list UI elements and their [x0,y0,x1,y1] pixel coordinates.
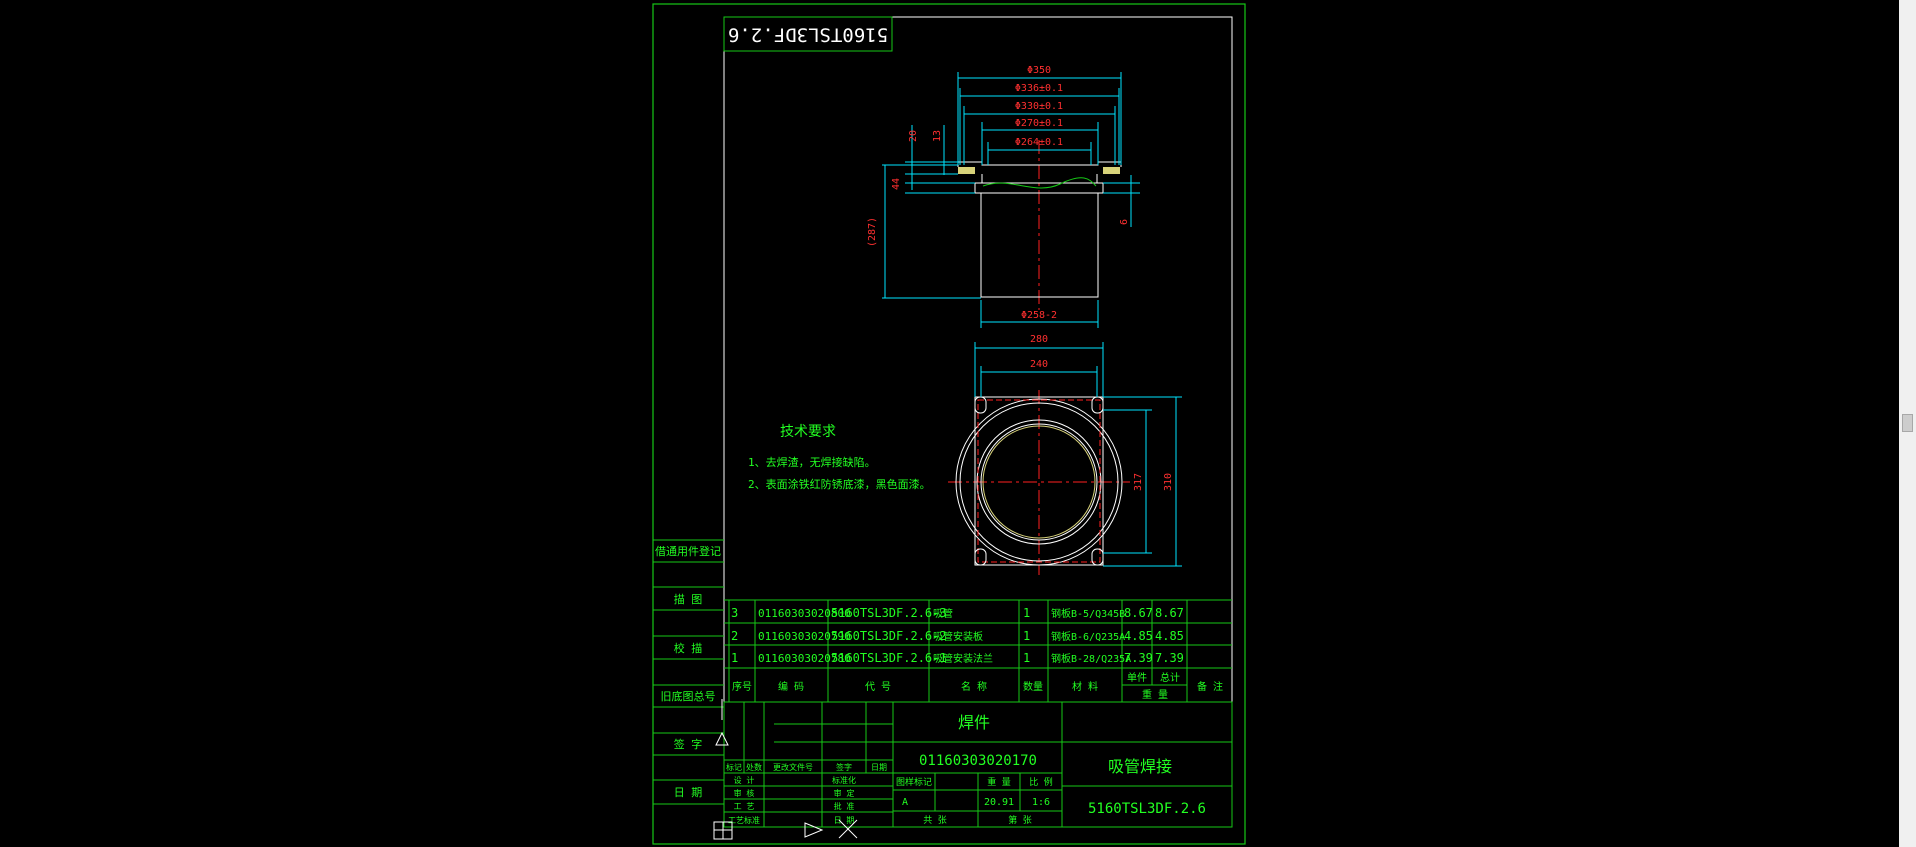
scrollbar-thumb[interactable] [1902,414,1913,432]
approval-design: 设 计 [734,775,755,785]
title-stage: A [902,797,908,808]
technical-requirements: 技术要求 1、去焊渣，无焊接缺陷。 2、表面涂铁红防锈底漆，黑色面漆。 [748,424,931,491]
bom-h-name: 名 称 [961,680,987,693]
dim-d350: Φ350 [1027,65,1051,76]
bom-cell-total: 7.39 [1155,651,1184,665]
rev-sign: 签字 [836,762,852,772]
dim-w280: 280 [1030,334,1048,345]
approval-process-std: 工艺标准 [728,815,760,825]
title-scale: 1:6 [1032,797,1050,808]
outer-frame [652,3,1246,845]
dim-h317: 317 [1133,473,1144,491]
cad-drawing-canvas: 5160TSL3DF.2.6 Φ350 Φ336±0.1 Φ330±0.1 Φ2… [652,3,1246,845]
bom-cell-mat: 钢板B-5/Q345B [1051,607,1125,620]
bom-cell-no: 1 [731,651,738,665]
rev-mark: 标记 [726,762,742,772]
rev-file: 更改文件号 [773,762,813,772]
bom-cell-unit: 8.67 [1124,606,1153,620]
bom-h-unit: 单件 [1127,672,1147,684]
title-sheet-total: 共 张 [923,815,946,826]
dim-h310: 310 [1163,473,1174,491]
dim-pipe-diameter: Φ258-2 [1021,310,1057,321]
bom-h-qty: 数量 [1023,680,1043,693]
dim-d264: Φ264±0.1 [1015,137,1063,148]
title-scale-label: 比 例 [1029,776,1052,788]
stamp-check: 校 描 [674,641,703,655]
stamp-borrow: 借通用件登记 [655,544,721,558]
bom-h-total: 总计 [1160,671,1180,684]
bom-h-remark: 备 注 [1197,680,1223,693]
bom-h-weight: 重 量 [1142,688,1168,701]
bom-h-drw: 代 号 [865,681,891,693]
tech-req-line2: 2、表面涂铁红防锈底漆，黑色面漆。 [748,477,931,491]
dim-h20: 20 [908,130,919,142]
bom-cell-name: 吸管 [933,607,953,620]
dim-h287: (287) [867,217,878,247]
bom-cell-drw: 5160TSL3DF.2.6-1 [831,651,947,665]
dim-h44: 44 [891,178,902,190]
title-weight: 20.91 [984,797,1014,808]
bom-cell-mat: 钢板B-28/Q235A [1051,652,1131,665]
title-part-name: 吸管焊接 [1108,757,1172,776]
elevation-view: Φ350 Φ336±0.1 Φ330±0.1 Φ270±0.1 Φ264±0.1… [867,65,1140,328]
rev-count: 处数 [746,762,762,772]
dim-d270: Φ270±0.1 [1015,118,1063,129]
bom-cell-qty: 1 [1023,651,1030,665]
bom-cell-total: 4.85 [1155,629,1184,643]
title-sheet-no: 第 张 [1008,814,1031,826]
bom-cell-unit: 4.85 [1124,629,1153,643]
title-part-code: 01160303020170 [919,753,1037,769]
bom-cell-total: 8.67 [1155,606,1184,620]
mirrored-drawing-number: 5160TSL3DF.2.6 [728,24,888,46]
stamp-trace: 描 图 [674,592,703,606]
approval-process: 工 艺 [734,802,755,811]
dim-h13: 13 [932,130,943,142]
bom-cell-qty: 1 [1023,629,1030,643]
tech-req-title: 技术要求 [780,424,836,440]
stamp-date: 日 期 [674,786,703,799]
approval2-date: 日 期 [834,816,855,825]
approval2-approve: 批 准 [834,801,855,811]
approval-review: 审 核 [734,788,755,798]
bom-cell-no: 2 [731,629,738,643]
dim-d336: Φ336±0.1 [1015,83,1063,94]
bom-cell-unit: 7.39 [1124,651,1153,665]
title-part-type: 焊件 [958,713,990,732]
bom-h-mat: 材 料 [1072,680,1098,693]
stamp-sign: 签 字 [674,737,703,751]
dim-h6: 6 [1119,219,1130,225]
stamp-old-no: 旧底图总号 [661,689,716,703]
dim-d330: Φ330±0.1 [1015,101,1063,112]
plan-view: 280 240 317 310 [948,334,1182,575]
approval2-check: 审 定 [834,788,855,798]
bom-h-code: 编 码 [778,680,804,693]
bom-cell-mat: 钢板B-6/Q235A [1051,630,1125,643]
title-weight-label: 重 量 [987,776,1010,788]
bom-cell-qty: 1 [1023,606,1030,620]
bom-cell-name: 吸管安装板 [933,630,983,643]
tech-req-line1: 1、去焊渣，无焊接缺陷。 [748,455,876,469]
mirrored-number-box: 5160TSL3DF.2.6 [723,16,893,52]
dim-w240: 240 [1030,359,1048,370]
title-drawing-no: 5160TSL3DF.2.6 [1088,801,1206,817]
bom-cell-drw: 5160TSL3DF.2.6-3 [831,606,947,620]
left-stamp-column [653,539,724,805]
bom-rows: 3 011603030208005160TSL3DF.2.6-3吸管 1 钢板B-5/… [731,606,1184,665]
bom-cell-name: 吸管安装法兰 [933,652,993,665]
bom-h-no: 序号 [732,680,752,693]
rev-date: 日期 [871,763,887,772]
title-stage-label: 图样标记 [896,776,932,788]
bom-cell-no: 3 [731,606,738,620]
bom-cell-drw: 5160TSL3DF.2.6-2 [831,629,947,643]
vertical-scrollbar[interactable] [1899,0,1916,847]
approval2-std: 标准化 [832,775,856,785]
